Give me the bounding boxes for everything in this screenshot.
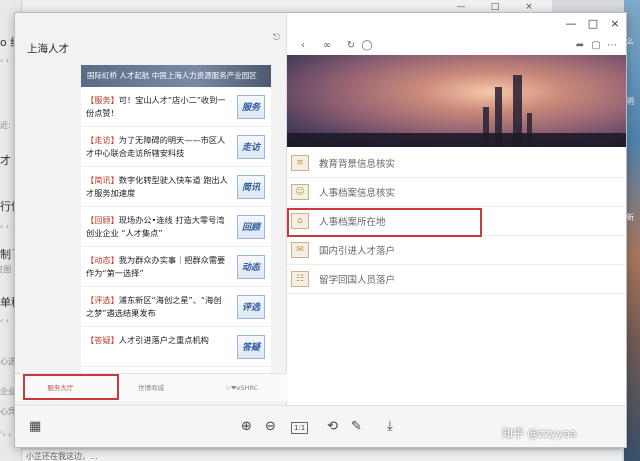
maximize-button[interactable]: □ bbox=[582, 13, 604, 35]
zoom-out-icon[interactable]: ⊖ bbox=[265, 419, 276, 434]
item-tag: 【走访】 bbox=[86, 135, 119, 145]
article-feed: 国际虹桥 人才起航 中国上海人力资源服务产业园区 【服务】可！宝山人才“店小二”… bbox=[81, 65, 271, 380]
list-item[interactable]: 【回顾】现场办公•连线 打造大零号湾创业企业 “人才集点” 回顾 bbox=[81, 207, 271, 247]
menu-item-overseas-settle[interactable]: ☷ 留学回国人员落户 bbox=[287, 265, 626, 294]
list-item[interactable]: 【走访】为了无障碍的明天——市区人才中心联合走访所辖安科技 走访 bbox=[81, 127, 271, 167]
item-badge: 服务 bbox=[237, 95, 265, 119]
bg-fragment: ‹ ‹ bbox=[0, 316, 9, 325]
zoom-in-icon[interactable]: ⊕ bbox=[241, 419, 252, 434]
download-icon[interactable]: ⤓ bbox=[387, 419, 393, 434]
account-title: 上海人才 bbox=[27, 43, 69, 55]
edit-icon[interactable]: ✎ bbox=[351, 419, 362, 434]
bg-fragment: 才 bbox=[0, 154, 11, 167]
pin-icon[interactable]: ⎋ bbox=[273, 33, 280, 43]
close-button[interactable]: × bbox=[604, 13, 626, 35]
form-icon: ☷ bbox=[291, 271, 309, 287]
grid-icon[interactable]: ▦ bbox=[29, 419, 41, 434]
bg-fragment: '‹ ‹ bbox=[0, 430, 12, 439]
menu-item-label: 教育背景信息核实 bbox=[319, 159, 396, 170]
tab-eshrc[interactable]: ☆❤eSHRC bbox=[196, 374, 287, 401]
official-account-pane: 上海人才 ⎋ 国际虹桥 人才起航 中国上海人力资源服务产业园区 【服务】可！宝山… bbox=[15, 13, 287, 405]
cube-icon[interactable]: ▢ bbox=[588, 40, 604, 51]
link-icon[interactable]: ∞ bbox=[319, 40, 335, 51]
item-tag: 【答疑】 bbox=[86, 335, 119, 345]
refresh-icon[interactable]: ↻ bbox=[343, 40, 359, 51]
bg-fragment: ‹ ‹ bbox=[0, 56, 9, 65]
share-icon[interactable]: ➦ bbox=[572, 40, 588, 51]
list-item[interactable]: 【动态】我为群众办实事｜把群众需要作为“第一选择” 动态 bbox=[81, 247, 271, 287]
item-badge: 动态 bbox=[237, 255, 265, 279]
menu-item-education-verify[interactable]: ≡ 教育背景信息核实 bbox=[287, 149, 626, 178]
item-badge: 回顾 bbox=[237, 215, 265, 239]
menu-item-domestic-settle[interactable]: ✉ 国内引进人才落户 bbox=[287, 236, 626, 265]
shanghai-talent-window: — □ × 上海人才 ⎋ 国际虹桥 人才起航 中国上海人力资源服务产业园区 【服… bbox=[14, 12, 627, 448]
bg-fragment: 明 bbox=[626, 97, 634, 106]
item-tag: 【动态】 bbox=[86, 255, 119, 265]
item-tag: 【评选】 bbox=[86, 295, 119, 305]
menu-item-archive-verify[interactable]: ☺ 人事档案信息核实 bbox=[287, 178, 626, 207]
menu-item-label: 留学回国人员落户 bbox=[319, 275, 396, 286]
tab-expo-mall[interactable]: 世博商城 bbox=[106, 374, 197, 401]
window-controls: — □ × bbox=[560, 13, 626, 35]
background-chat-strip: 小芷还在我这边，... bbox=[22, 449, 622, 461]
item-badge: 简讯 bbox=[237, 175, 265, 199]
more-icon[interactable]: ⋯ bbox=[604, 40, 620, 51]
bg-chat-fragment: 小芷还在我这边，... bbox=[26, 452, 98, 461]
item-badge: 走访 bbox=[237, 135, 265, 159]
item-text: 人才引进落户之重点机构 bbox=[118, 335, 209, 345]
item-tag: 【服务】 bbox=[86, 95, 119, 105]
menu-item-label: 国内引进人才落户 bbox=[319, 246, 396, 257]
envelope-icon: ✉ bbox=[291, 242, 309, 258]
back-icon[interactable]: ‹ bbox=[295, 40, 311, 51]
list-item[interactable]: 【简讯】数字化转型驶入快车道 跑出人才服务加速度 简讯 bbox=[81, 167, 271, 207]
globe-icon[interactable]: ◯ bbox=[359, 40, 375, 51]
rotate-icon[interactable]: ⟲ bbox=[327, 419, 338, 434]
item-badge: 评选 bbox=[237, 295, 265, 319]
annotation-highlight-box bbox=[23, 374, 119, 400]
list-item[interactable]: 【答疑】人才引进落户之重点机构 答疑 bbox=[81, 327, 271, 367]
minimize-button[interactable]: — bbox=[560, 13, 582, 35]
bg-fragment: 新 bbox=[626, 213, 634, 222]
actual-size-button[interactable]: 1:1 bbox=[291, 422, 309, 434]
annotation-highlight-box bbox=[287, 208, 482, 237]
feed-banner[interactable]: 国际虹桥 人才起航 中国上海人力资源服务产业园区 bbox=[81, 65, 271, 87]
list-item[interactable]: 【服务】可！宝山人才“店小二”收到一份点赞！ 服务 bbox=[81, 87, 271, 127]
bg-close-icon: × bbox=[525, 2, 533, 12]
document-icon: ≡ bbox=[291, 155, 309, 171]
bg-minimize-icon: — bbox=[456, 2, 466, 12]
item-tag: 【简讯】 bbox=[86, 175, 119, 185]
menu-item-label: 人事档案信息核实 bbox=[319, 188, 396, 199]
item-tag: 【回顾】 bbox=[86, 215, 119, 225]
city-skyline-banner bbox=[287, 55, 626, 147]
item-badge: 答疑 bbox=[237, 335, 265, 359]
person-card-icon: ☺ bbox=[291, 184, 309, 200]
service-menu: ≡ 教育背景信息核实 ☺ 人事档案信息核实 ⌂ 人事档案所在地 ✉ 国内引进人才… bbox=[287, 149, 626, 294]
browser-toolbar: ‹ ∞ ↻ ◯ ➦ ▢ ⋯ bbox=[287, 35, 626, 55]
bg-fragment: [图 bbox=[0, 265, 12, 274]
list-item[interactable]: 【评选】浦东新区“海创之星”、“海创之梦”遴选结果发布 评选 bbox=[81, 287, 271, 327]
bg-fragment: ‹ ‹ bbox=[0, 222, 9, 231]
zhihu-watermark: 知乎 @zzyyaa bbox=[502, 427, 577, 440]
bg-maximize-icon: □ bbox=[490, 2, 500, 12]
bg-fragment: 么 bbox=[626, 37, 634, 46]
mini-program-pane: ‹ ∞ ↻ ◯ ➦ ▢ ⋯ ≡ 教育背景信息核实 ☺ 人事档案信息核实 ⌂ 人事… bbox=[287, 35, 626, 405]
